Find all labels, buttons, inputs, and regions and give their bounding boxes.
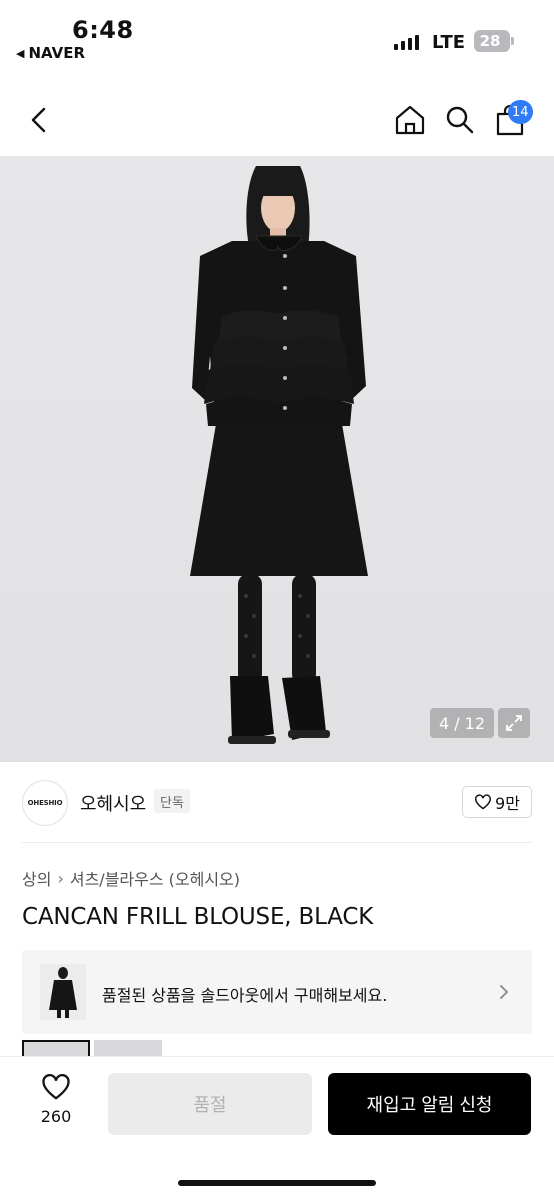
network-label: LTE xyxy=(432,32,466,53)
wishlist-button[interactable]: 260 xyxy=(24,1073,88,1133)
soldout-thumbnail xyxy=(40,964,86,1020)
exclusive-badge: 단독 xyxy=(154,789,190,813)
breadcrumb: 상의 › 셔츠/블라우스 (오헤시오) xyxy=(22,866,240,890)
status-time: 6:48 xyxy=(72,16,134,44)
signal-icon xyxy=(394,34,419,50)
app-header xyxy=(0,84,554,156)
product-title: CANCAN FRILL BLOUSE, BLACK xyxy=(22,904,374,930)
brand-like-button[interactable]: 9만 xyxy=(462,786,532,818)
brand-like-count: 9만 xyxy=(495,794,520,813)
expand-button[interactable] xyxy=(498,708,530,738)
chevron-right-icon xyxy=(494,980,514,1004)
brand-name[interactable]: 오헤시오 xyxy=(80,790,146,816)
expand-icon xyxy=(506,715,522,731)
image-counter: 4 / 12 xyxy=(430,708,494,738)
wishlist-count: 260 xyxy=(40,1107,72,1126)
back-button[interactable] xyxy=(20,100,60,140)
breadcrumb-subcategory[interactable]: 셔츠/블라우스 (오헤시오) xyxy=(70,866,240,890)
soldout-banner[interactable]: 품절된 상품을 솔드아웃에서 구매해보세요. xyxy=(22,950,532,1034)
section-divider xyxy=(22,842,532,843)
chevron-right-icon: › xyxy=(57,868,64,888)
brand-logo-text: OHESHIO xyxy=(27,799,63,807)
search-button[interactable] xyxy=(440,100,480,140)
model-photo xyxy=(190,166,368,744)
back-triangle-icon: ◀ xyxy=(16,46,25,60)
bottom-action-bar: 260 품절 재입고 알림 신청 xyxy=(0,1056,554,1200)
heart-icon xyxy=(42,1074,70,1100)
cart-badge: 14 xyxy=(508,100,533,124)
home-button[interactable] xyxy=(390,100,430,140)
heart-icon xyxy=(475,794,492,810)
brand-logo[interactable]: OHESHIO xyxy=(22,780,68,826)
soldout-button: 품절 xyxy=(108,1073,312,1135)
home-indicator[interactable] xyxy=(178,1180,376,1186)
restock-alert-button[interactable]: 재입고 알림 신청 xyxy=(328,1073,531,1135)
chevron-left-icon xyxy=(31,107,46,133)
battery-level: 28 xyxy=(479,32,501,50)
soldout-banner-text: 품절된 상품을 솔드아웃에서 구매해보세요. xyxy=(102,986,388,1005)
home-icon xyxy=(395,105,425,135)
product-image[interactable] xyxy=(0,156,554,762)
breadcrumb-category[interactable]: 상의 xyxy=(22,866,51,890)
back-app-label: NAVER xyxy=(28,44,86,62)
battery-icon: 28 xyxy=(474,30,514,52)
back-to-app-link[interactable]: ◀ NAVER xyxy=(16,44,85,62)
status-bar: 6:48 ◀ NAVER LTE 28 xyxy=(0,0,554,70)
search-icon xyxy=(446,106,474,134)
